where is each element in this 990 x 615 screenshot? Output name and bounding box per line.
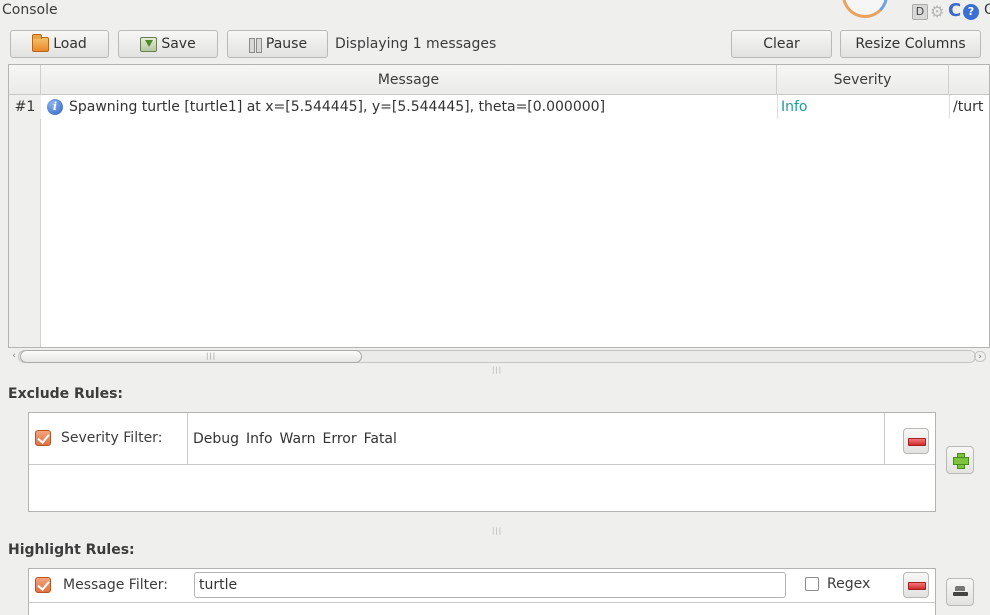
resize-columns-button-label: Resize Columns	[855, 36, 966, 52]
message-filter-input[interactable]	[194, 572, 786, 598]
highlight-rule-row: Message Filter: Regex	[29, 569, 935, 603]
header-corner	[9, 65, 41, 95]
plus-icon	[953, 453, 969, 469]
scrollbar-thumb[interactable]: |||	[20, 350, 362, 363]
scroll-right-arrow-icon[interactable]: ›	[974, 351, 986, 362]
table-header: Message Severity	[9, 65, 989, 95]
column-header-node[interactable]	[949, 65, 989, 95]
scrollbar-grip-icon: |||	[206, 352, 217, 360]
row-number: #1	[9, 95, 41, 119]
splitter-handle-icon[interactable]: |||	[492, 366, 502, 374]
add-exclude-rule-button[interactable]	[946, 446, 974, 474]
remove-highlight-rule-button[interactable]	[903, 572, 929, 598]
message-count-status: Displaying 1 messages	[335, 36, 497, 52]
pause-icon	[248, 37, 262, 53]
node-cell: /turt	[953, 99, 984, 115]
info-icon: i	[47, 99, 63, 115]
load-button[interactable]: Load	[10, 30, 109, 58]
severity-list[interactable]: Debug Info Warn Error Fatal	[187, 413, 885, 465]
title-icons: D ⚙ C ? O	[830, 0, 990, 24]
remove-exclude-rule-button[interactable]	[903, 428, 929, 454]
severity-cell: Info	[781, 99, 808, 115]
save-button[interactable]: Save	[118, 30, 218, 58]
splitter-handle-icon[interactable]: |||	[492, 527, 502, 535]
regex-label: Regex	[827, 576, 871, 592]
column-header-severity[interactable]: Severity	[777, 65, 949, 95]
severity-option[interactable]: Warn	[280, 431, 316, 447]
scroll-left-arrow-icon[interactable]: ‹	[8, 351, 20, 362]
message-text: Spawning turtle [turtle1] at x=[5.544445…	[69, 99, 606, 115]
message-table[interactable]: Message Severity #1 i Spawning turtle [t…	[8, 64, 990, 348]
row-number-gutter	[9, 95, 41, 347]
exclude-rules-list: Severity Filter: Debug Info Warn Error F…	[28, 412, 936, 512]
table-row[interactable]: #1 i Spawning turtle [turtle1] at x=[5.5…	[9, 95, 989, 119]
folder-icon	[32, 33, 50, 52]
severity-filter-label: Severity Filter:	[61, 430, 163, 446]
severity-option[interactable]: Info	[246, 431, 273, 447]
message-filter-label: Message Filter:	[63, 577, 168, 593]
highlighter-icon	[953, 586, 968, 598]
clear-button-label: Clear	[763, 36, 800, 52]
save-button-label: Save	[161, 36, 196, 52]
reload-icon[interactable]: C	[948, 1, 961, 21]
cell-divider	[949, 95, 950, 119]
exclude-rules-title: Exclude Rules:	[8, 386, 124, 402]
close-plugin-icon[interactable]: O	[984, 2, 990, 18]
load-button-label: Load	[53, 36, 87, 52]
cell-divider	[777, 95, 778, 119]
column-header-message[interactable]: Message	[41, 65, 777, 95]
highlight-options-button[interactable]	[946, 578, 974, 606]
rqt-logo-icon	[842, 0, 888, 18]
regex-checkbox[interactable]	[805, 577, 819, 591]
pause-button[interactable]: Pause	[227, 30, 328, 58]
help-icon[interactable]: ?	[963, 4, 979, 20]
clear-button[interactable]: Clear	[731, 30, 832, 58]
severity-option[interactable]: Debug	[193, 431, 239, 447]
window-title: Console	[2, 2, 58, 18]
severity-option[interactable]: Error	[322, 431, 356, 447]
highlight-rule-checkbox[interactable]	[35, 577, 51, 593]
dock-icon[interactable]: D	[912, 4, 928, 20]
highlight-rules-title: Highlight Rules:	[8, 542, 135, 558]
pause-button-label: Pause	[265, 36, 308, 52]
exclude-rule-row: Severity Filter: Debug Info Warn Error F…	[29, 413, 935, 465]
highlight-rules-list: Message Filter: Regex	[28, 568, 936, 615]
horizontal-scrollbar[interactable]: ‹ ||| ›	[8, 348, 990, 364]
gear-icon[interactable]: ⚙	[930, 3, 944, 21]
severity-option[interactable]: Fatal	[364, 431, 397, 447]
exclude-rule-checkbox[interactable]	[35, 430, 51, 446]
resize-columns-button[interactable]: Resize Columns	[840, 30, 981, 58]
save-icon	[140, 36, 158, 52]
message-cell: i Spawning turtle [turtle1] at x=[5.5444…	[47, 95, 605, 119]
